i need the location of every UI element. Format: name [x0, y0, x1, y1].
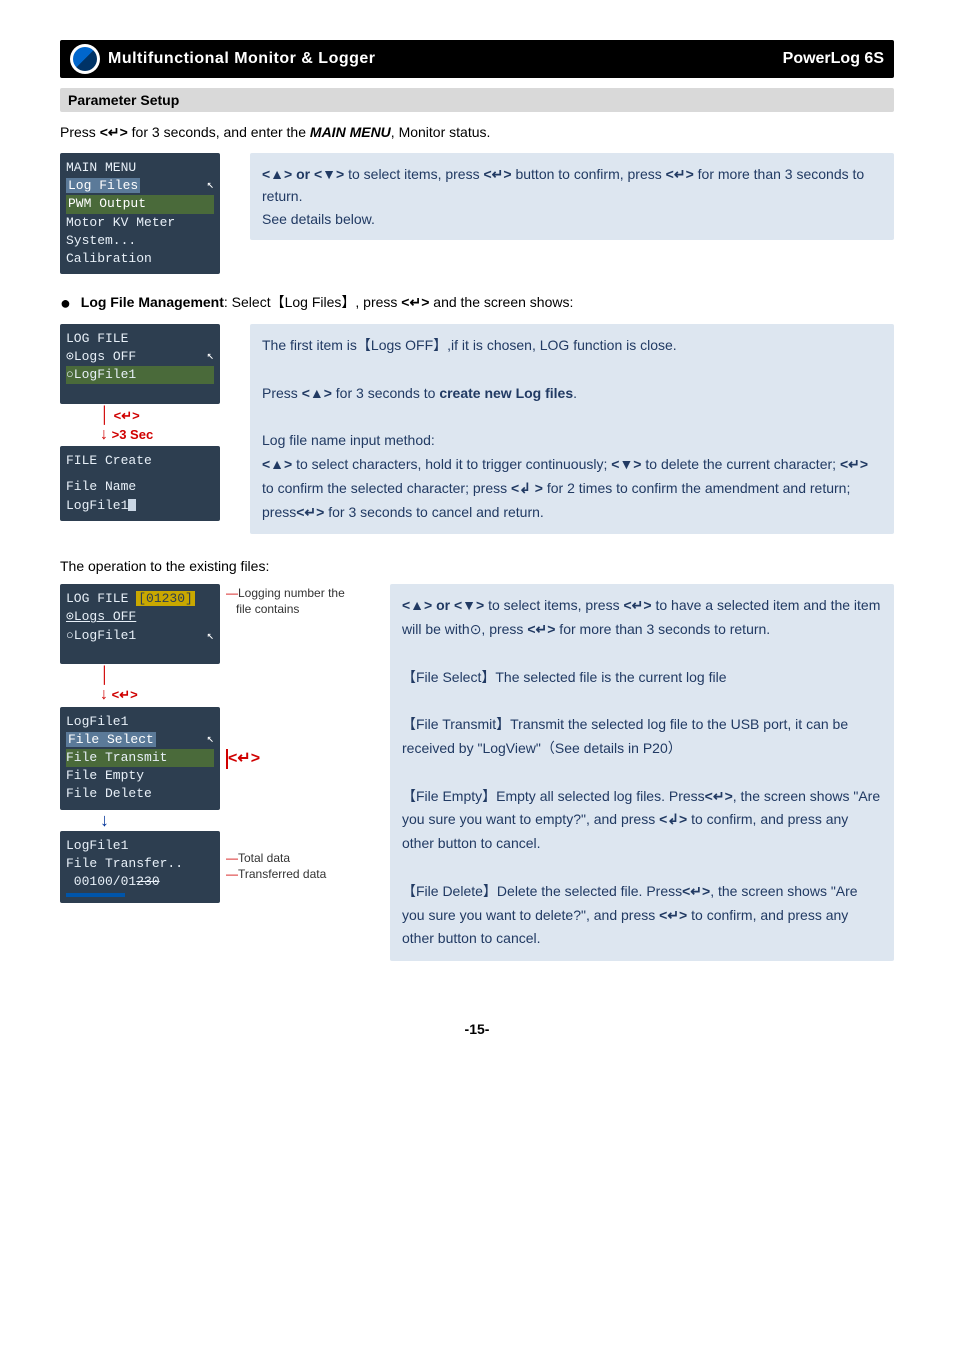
- lcd-row: 00100/01230: [66, 873, 214, 891]
- cursor-icon: ↖: [207, 348, 214, 365]
- file-transfer-lcd: LogFile1 File Transfer.. 00100/01230: [60, 831, 220, 904]
- file-operation-diagram: LOG FILE [01230] ⊙Logs OFF ↖ ○LogFile1 —…: [60, 584, 360, 903]
- logging-count-annotation: —Logging number the file contains: [226, 586, 345, 617]
- cursor-icon: ↖: [207, 731, 214, 748]
- lcd-item: Log Files: [66, 178, 140, 193]
- lcd-row: File Name: [66, 478, 214, 496]
- file-create-lcd: FILE Create File Name LogFile1: [60, 446, 220, 521]
- press-arrow-right: <↵>: [226, 748, 260, 769]
- file-action-menu-lcd: LogFile1 ↖ File Select File Transmit Fil…: [60, 707, 220, 810]
- press-arrow: │ ↓ <↵>: [100, 666, 138, 704]
- log-file-mgmt-heading: ● Log File Management: Select【Log Files】…: [60, 292, 894, 314]
- section-title: Parameter Setup: [60, 88, 894, 112]
- file-ops-note: <▲> or <▼> to select items, press <↵> to…: [390, 584, 894, 961]
- header-title: Multifunctional Monitor & Logger: [108, 50, 376, 68]
- page-number: -15-: [60, 1021, 894, 1037]
- lcd-row: File Select: [66, 732, 156, 747]
- lcd-title: LOG FILE [01230]: [66, 590, 214, 608]
- lcd-title: MAIN MENU: [66, 159, 214, 177]
- intro-text: Press <↵> for 3 seconds, and enter the M…: [60, 124, 894, 141]
- progress-bar: [66, 893, 125, 897]
- cursor-icon: ↖: [207, 628, 214, 645]
- lcd-row: LogFile1: [66, 497, 214, 515]
- transfer-annotation: —Total data —Transferred data: [226, 851, 326, 882]
- lcd-item: PWM Output: [66, 195, 214, 213]
- log-file-list-lcd: LOG FILE [01230] ⊙Logs OFF ↖ ○LogFile1: [60, 584, 220, 664]
- lcd-item: Motor KV Meter: [66, 214, 214, 232]
- hold-arrow-label: │ <↵> ↓ >3 Sec: [100, 406, 153, 444]
- lcd-row: File Empty: [66, 767, 214, 785]
- page-header: Multifunctional Monitor & Logger PowerLo…: [60, 40, 894, 78]
- main-menu-note: <▲> or <▼> to select items, press <↵> bu…: [250, 153, 894, 240]
- log-file-lcd: LOG FILE ↖ ⊙Logs OFF ○LogFile1: [60, 324, 220, 404]
- header-product: PowerLog 6S: [783, 50, 884, 68]
- log-file-note: The first item is【Logs OFF】,if it is cho…: [250, 324, 894, 534]
- lcd-row: ⊙Logs OFF: [66, 608, 214, 626]
- main-menu-lcd: MAIN MENU ↖ Log Files PWM Output Motor K…: [60, 153, 220, 274]
- lcd-row: ⊙Logs OFF: [66, 348, 214, 366]
- lcd-title: LogFile1: [66, 713, 214, 731]
- operation-heading: The operation to the existing files:: [60, 558, 894, 574]
- lcd-item: Calibration: [66, 250, 214, 268]
- cursor-icon: ↖: [207, 177, 214, 194]
- lcd-title: LogFile1: [66, 837, 214, 855]
- lcd-item: System...: [66, 232, 214, 250]
- lcd-row: File Delete: [66, 785, 214, 803]
- lcd-row: File Transfer..: [66, 855, 214, 873]
- lcd-title: LOG FILE: [66, 330, 214, 348]
- brand-logo: [70, 44, 100, 74]
- lcd-title: FILE Create: [66, 452, 214, 470]
- down-arrow-icon: ↓: [100, 810, 109, 831]
- lcd-row: ○LogFile1: [66, 627, 214, 645]
- lcd-row: File Transmit: [66, 749, 214, 767]
- lcd-row: ○LogFile1: [66, 366, 214, 384]
